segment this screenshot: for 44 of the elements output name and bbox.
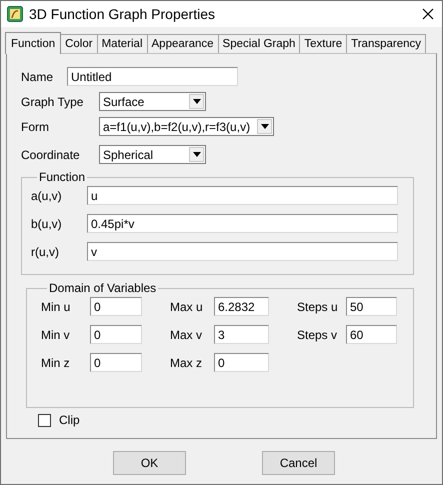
app-icon [7, 6, 23, 22]
field-label: Min u [41, 300, 72, 314]
field-label: Min z [41, 356, 71, 370]
dropdown[interactable]: Spherical [99, 145, 206, 164]
number-field[interactable]: 0 [90, 353, 142, 372]
number-field[interactable]: 0 [90, 297, 142, 316]
field-label: Min v [41, 328, 71, 342]
function-field[interactable]: v [87, 242, 398, 261]
group-title: Function [38, 170, 86, 184]
number-field[interactable]: 3 [214, 325, 269, 344]
dropdown[interactable]: Surface [99, 92, 206, 111]
window-title: 3D Function Graph Properties [29, 6, 216, 22]
close-icon[interactable] [422, 8, 434, 20]
tab[interactable]: Function [5, 32, 62, 54]
field-label: Steps v [297, 328, 338, 342]
function-field[interactable]: u [87, 186, 398, 205]
number-field[interactable]: 0 [90, 325, 142, 344]
field-label: Max u [170, 300, 204, 314]
dropdown-arrow-icon [260, 124, 268, 129]
number-field[interactable]: 60 [346, 325, 397, 344]
dialog-button[interactable]: OK [113, 451, 186, 475]
dialog-button[interactable]: Cancel [262, 451, 335, 475]
field-label: Steps u [297, 300, 339, 314]
field-label: r(u,v) [31, 244, 60, 258]
field-label: Max z [170, 356, 204, 370]
number-field[interactable]: 0 [214, 353, 269, 372]
field-label: b(u,v) [31, 216, 63, 230]
name-field[interactable]: Untitled [67, 67, 238, 86]
field-label: Form [21, 120, 50, 134]
number-field[interactable]: 50 [346, 297, 397, 316]
dropdown-arrow-icon [192, 152, 200, 157]
checkbox[interactable] [38, 414, 51, 426]
number-field[interactable]: 6.2832 [214, 297, 269, 316]
field-label: Graph Type [21, 94, 84, 108]
field-label: Max v [170, 328, 204, 342]
dropdown-arrow-icon [192, 99, 200, 104]
dropdown[interactable]: a=f1(u,v),b=f2(u,v),r=f3(u,v) [99, 117, 274, 136]
field-label: Coordinate [21, 148, 81, 162]
field-label: a(u,v) [31, 188, 63, 202]
group-title: Domain of Variables [48, 281, 158, 295]
checkbox-label: Clip [59, 413, 80, 427]
function-field[interactable]: 0.45pi*v [87, 214, 398, 233]
tab[interactable]: Transparency [346, 34, 426, 53]
field-label: Name [21, 70, 54, 84]
